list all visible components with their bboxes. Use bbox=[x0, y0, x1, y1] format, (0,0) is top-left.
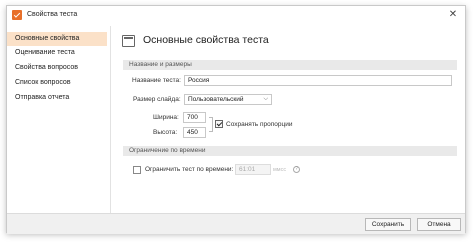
sidebar-item-grading[interactable]: Оценивание теста bbox=[7, 46, 107, 60]
sidebar-item-question-properties[interactable]: Свойства вопросов bbox=[7, 61, 107, 75]
cancel-button[interactable]: Отмена bbox=[417, 218, 461, 231]
height-input[interactable]: 450 bbox=[183, 127, 206, 138]
test-name-input[interactable]: Россия bbox=[184, 75, 452, 86]
height-label: Высота: bbox=[153, 129, 178, 136]
sidebar-item-main-properties[interactable]: Основные свойства bbox=[7, 32, 107, 46]
slide-size-select[interactable]: Пользовательский ⌵ bbox=[184, 94, 272, 105]
properties-dialog: Свойства теста ✕ Основные свойства Оцени… bbox=[6, 5, 466, 234]
sidebar: Основные свойства Оценивание теста Свойс… bbox=[7, 26, 111, 213]
sidebar-item-question-list[interactable]: Список вопросов bbox=[7, 76, 107, 90]
time-limit-input[interactable]: 61:01 bbox=[235, 164, 271, 175]
section-time-limit: Ограничение по времени bbox=[123, 146, 457, 156]
page-title: Основные свойства теста bbox=[143, 34, 269, 46]
sidebar-item-send-report[interactable]: Отправка отчета bbox=[7, 91, 107, 105]
time-limit-label: Ограничить тест по времени: bbox=[145, 166, 234, 173]
test-name-label: Название теста: bbox=[132, 77, 181, 84]
time-limit-checkbox[interactable] bbox=[133, 166, 141, 174]
close-icon[interactable]: ✕ bbox=[447, 9, 459, 21]
help-icon[interactable]: ? bbox=[293, 166, 300, 173]
app-icon bbox=[12, 10, 22, 20]
dialog-footer: Сохранить Отмена bbox=[7, 213, 465, 234]
proportion-bracket bbox=[209, 117, 213, 132]
slide-size-value: Пользовательский bbox=[188, 96, 244, 103]
chevron-down-icon: ⌵ bbox=[263, 96, 268, 102]
slide-size-label: Размер слайда: bbox=[133, 96, 181, 103]
main-content: Основные свойства теста Название и разме… bbox=[113, 26, 465, 213]
title-bar: Свойства теста ✕ bbox=[7, 6, 465, 24]
section-name-size: Название и размеры bbox=[123, 60, 457, 70]
time-units-label: ммсс bbox=[273, 167, 287, 173]
window-properties-icon bbox=[122, 35, 135, 47]
keep-proportions-checkbox[interactable] bbox=[215, 120, 223, 128]
width-input[interactable]: 700 bbox=[183, 112, 206, 123]
window-title: Свойства теста bbox=[27, 11, 78, 18]
keep-proportions-label: Сохранять пропорции bbox=[226, 121, 293, 128]
save-button[interactable]: Сохранить bbox=[365, 218, 411, 231]
width-label: Ширина: bbox=[153, 114, 179, 121]
